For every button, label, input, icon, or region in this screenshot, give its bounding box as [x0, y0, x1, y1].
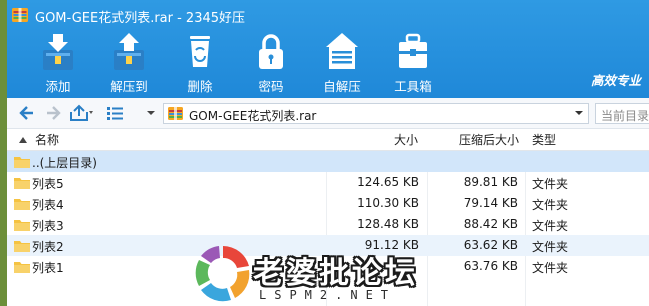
file-name: 列表3: [32, 219, 64, 233]
packed-size: 79.14 KB: [463, 196, 518, 210]
file-type: 文件夹: [532, 198, 569, 212]
self-extract-label: 自解压: [323, 79, 361, 94]
title-bar: GOM-GEE花式列表.rar - 2345好压: [7, 0, 649, 30]
packed-size: 88.42 KB: [463, 217, 518, 231]
view-list-icon[interactable]: [105, 103, 129, 123]
folder-icon: [14, 220, 30, 231]
desktop-edge: [0, 0, 7, 306]
column-header-type[interactable]: 类型: [532, 129, 556, 151]
back-arrow-icon[interactable]: [17, 103, 37, 123]
folder-icon: [14, 262, 30, 273]
navigation-bar: GOM-GEE花式列表.rar 当前目录查找: [7, 98, 649, 129]
delete-button[interactable]: 删除: [165, 30, 235, 96]
list-item[interactable]: 列表3 128.48 KB 88.42 KB 文件夹: [7, 214, 649, 235]
folder-icon: [14, 199, 30, 210]
packed-size: 63.76 KB: [463, 259, 518, 273]
self-extract-icon: [326, 33, 358, 69]
toolbox-button[interactable]: 工具箱: [378, 30, 448, 96]
column-header-name[interactable]: 名称: [35, 129, 59, 151]
delete-label: 删除: [187, 79, 213, 94]
extract-to-button[interactable]: 解压到: [94, 30, 164, 96]
address-bar[interactable]: GOM-GEE花式列表.rar: [163, 103, 589, 124]
watermark-logo-icon: [195, 246, 250, 302]
list-item-parent-dir[interactable]: ..(上层目录): [7, 151, 649, 172]
extract-to-icon: [114, 33, 144, 70]
sort-up-icon: [19, 137, 27, 143]
watermark-url: LSPM2.NET: [259, 288, 397, 302]
file-name: 列表5: [32, 177, 64, 191]
password-button[interactable]: 密码: [236, 30, 306, 96]
column-header-size[interactable]: 大小: [394, 129, 418, 151]
toolbar: 添加 解压到 删除 密码 自解压 工具箱 高效专业: [7, 30, 649, 98]
toolbox-icon: [399, 33, 427, 68]
file-name: 列表1: [32, 261, 64, 275]
forward-arrow-icon[interactable]: [43, 103, 63, 123]
file-type: 文件夹: [532, 240, 569, 254]
file-name: 列表2: [32, 240, 64, 254]
search-input[interactable]: 当前目录查找: [595, 103, 649, 124]
password-label: 密码: [258, 79, 284, 94]
up-folder-icon[interactable]: [68, 103, 94, 123]
window-title: GOM-GEE花式列表.rar - 2345好压: [35, 11, 246, 26]
folder-icon: [14, 241, 30, 252]
search-placeholder: 当前目录查找: [601, 109, 649, 123]
list-item[interactable]: 列表4 110.30 KB 79.14 KB 文件夹: [7, 193, 649, 214]
file-type: 文件夹: [532, 261, 569, 275]
watermark: 老婆批论坛 LSPM2.NET: [193, 240, 463, 306]
packed-size: 63.62 KB: [463, 238, 518, 252]
folder-icon: [14, 157, 30, 168]
chevron-down-icon[interactable]: [573, 107, 585, 119]
top-bar: GOM-GEE花式列表.rar - 2345好压 添加 解压到 删除 密码 自解…: [7, 0, 649, 98]
add-label: 添加: [45, 79, 71, 94]
add-button[interactable]: 添加: [23, 30, 93, 96]
list-header: 名称 大小 压缩后大小 类型: [7, 129, 649, 151]
app-icon: [12, 8, 28, 22]
extract-to-label: 解压到: [110, 79, 148, 94]
file-name: 列表4: [32, 198, 64, 212]
address-path: GOM-GEE花式列表.rar: [189, 109, 317, 123]
file-type: 文件夹: [532, 177, 569, 191]
add-archive-icon: [43, 34, 73, 70]
recycle-bin-icon: [190, 36, 210, 67]
file-size: 110.30 KB: [357, 196, 419, 210]
file-name: ..(上层目录): [32, 156, 97, 170]
toolbox-label: 工具箱: [394, 79, 432, 94]
watermark-text: 老婆批论坛: [253, 256, 418, 291]
self-extract-button[interactable]: 自解压: [307, 30, 377, 96]
file-size: 128.48 KB: [357, 217, 419, 231]
column-header-packed-size[interactable]: 压缩后大小: [459, 129, 519, 151]
file-type: 文件夹: [532, 219, 569, 233]
view-dropdown-icon[interactable]: [131, 103, 157, 123]
folder-icon: [14, 178, 30, 189]
file-size: 124.65 KB: [357, 175, 419, 189]
list-item[interactable]: 列表5 124.65 KB 89.81 KB 文件夹: [7, 172, 649, 193]
lock-icon: [259, 34, 283, 69]
packed-size: 89.81 KB: [463, 175, 518, 189]
rar-file-icon: [168, 107, 183, 120]
slogan: 高效专业: [590, 73, 641, 88]
